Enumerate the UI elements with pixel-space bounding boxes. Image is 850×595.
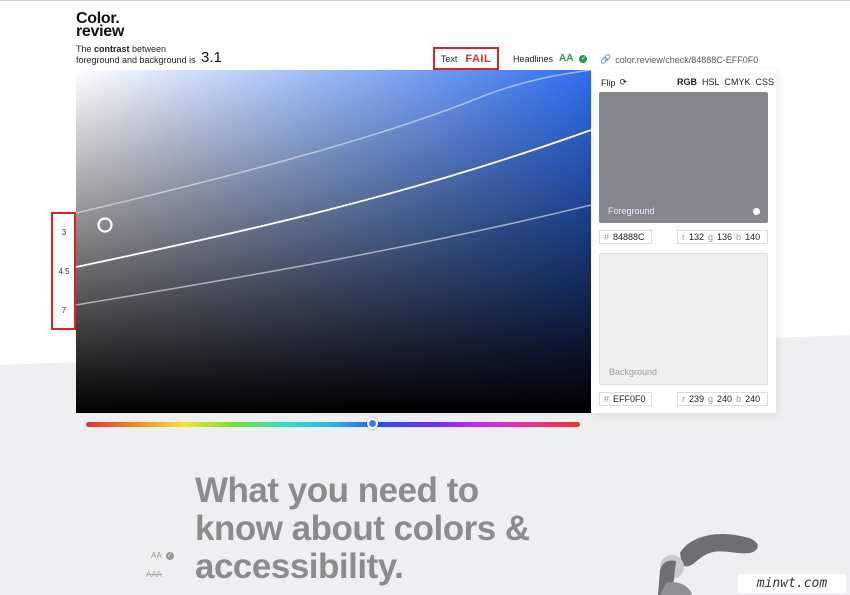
background-hex-input[interactable]: # EFF0F0 — [599, 392, 652, 406]
text-check-label: Text — [440, 53, 458, 64]
tab-hsl[interactable]: HSL — [702, 77, 720, 87]
curve-7 — [76, 204, 591, 306]
foreground-b[interactable]: 140 — [745, 232, 760, 242]
hue-slider[interactable] — [86, 422, 580, 427]
foreground-hex-input[interactable]: # 84888C — [599, 230, 652, 244]
color-mode-tabs: RGB HSL CMYK CSS — [677, 77, 774, 87]
refresh-icon: ⟳ — [619, 77, 628, 87]
curve-4-5 — [76, 129, 591, 268]
check-icon: ✓ — [165, 551, 174, 560]
foreground-g[interactable]: 136 — [717, 232, 732, 242]
text-check-result: FAIL — [465, 52, 492, 65]
contrast-bold: contrast — [94, 44, 130, 54]
foreground-rgb-input[interactable]: r 132 g 136 b 140 — [677, 230, 768, 244]
watermark: minwt.com — [738, 574, 846, 593]
headlines-result: AA — [559, 53, 574, 64]
top-divider — [0, 0, 850, 1]
background-r[interactable]: 239 — [689, 394, 704, 404]
contrast-scale: 3 4.5 7 — [51, 212, 76, 330]
foreground-fields: # 84888C r 132 g 136 b 140 — [599, 230, 768, 244]
foreground-r[interactable]: 132 — [689, 232, 704, 242]
background-rgb-input[interactable]: r 239 g 240 b 240 — [677, 392, 768, 406]
tab-cmyk[interactable]: CMYK — [725, 77, 751, 87]
check-icon: ✓ — [579, 54, 588, 63]
headlines-check: Headlines AA ✓ — [513, 53, 588, 64]
tab-css[interactable]: CSS — [756, 77, 775, 87]
share-link[interactable]: 🔗 color.review/check/84888C-EFF0F0 — [600, 54, 758, 65]
headlines-label: Headlines — [513, 53, 554, 64]
scale-label-4-5: 4.5 — [58, 267, 70, 276]
background-b[interactable]: 240 — [745, 394, 760, 404]
mini-aa-indicator: AA ✓ — [151, 551, 174, 560]
color-panel: Flip ⟳ RGB HSL CMYK CSS Foreground # 848… — [591, 70, 776, 413]
link-url-text: color.review/check/84888C-EFF0F0 — [615, 54, 759, 65]
text-check-badge: Text FAIL — [433, 47, 499, 70]
logo-line2: review — [76, 23, 125, 40]
picker-handle[interactable] — [97, 217, 113, 233]
background-label: Background — [609, 367, 658, 377]
flip-button[interactable]: Flip ⟳ — [601, 77, 627, 88]
foreground-label: Foreground — [608, 206, 655, 216]
tab-rgb[interactable]: RGB — [677, 77, 697, 87]
contrast-ratio-value: 3.1 — [201, 49, 222, 66]
hue-slider-handle[interactable] — [367, 418, 378, 429]
mini-aaa-indicator: AAA — [146, 570, 163, 579]
flip-label: Flip — [601, 77, 616, 88]
curve-3 — [76, 70, 591, 214]
background-hex-value: EFF0F0 — [613, 394, 646, 404]
logo[interactable]: Color. review — [76, 11, 125, 40]
scale-label-7: 7 — [61, 306, 67, 315]
scale-label-3: 3 — [61, 228, 67, 237]
background-g[interactable]: 240 — [717, 394, 732, 404]
background-swatch[interactable]: Background — [599, 253, 768, 385]
active-indicator-dot — [753, 208, 760, 215]
contrast-description: The contrast between foreground and back… — [76, 44, 196, 65]
link-icon: 🔗 — [600, 54, 612, 64]
foreground-hex-value: 84888C — [613, 232, 645, 242]
background-fields: # EFF0F0 r 239 g 240 b 240 — [599, 392, 768, 406]
contrast-curves — [76, 70, 591, 306]
foreground-swatch[interactable]: Foreground — [599, 92, 768, 223]
section-headline: What you need to know about colors & acc… — [195, 471, 530, 586]
